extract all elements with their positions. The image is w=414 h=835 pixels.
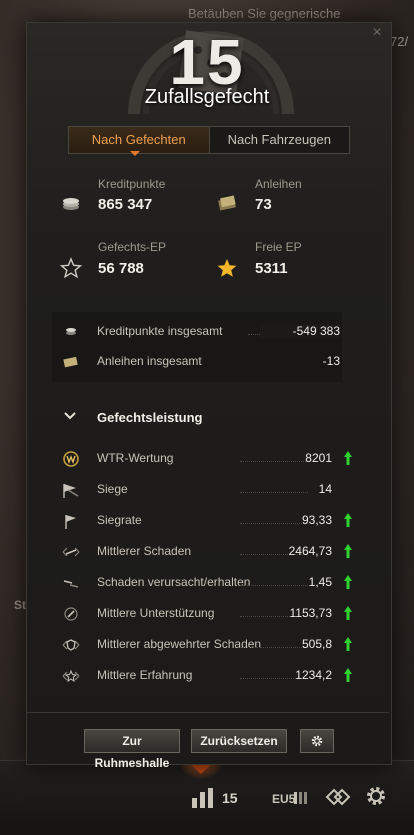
flag-icon (65, 515, 76, 529)
session-stats-icon[interactable] (192, 788, 214, 808)
performance-row-value: 14 (318, 482, 332, 496)
performance-row-label: Siege (97, 482, 128, 496)
total-credits-value: -549 383 (260, 324, 340, 338)
total-bonds-value: -13 (322, 354, 340, 368)
performance-row-value: 93,33 (301, 513, 332, 527)
total-credits-row: Kreditpunkte insgesamt -549 383 (60, 322, 352, 342)
bonds-label: Anleihen (255, 177, 302, 191)
performance-row-label: Mittlerer Schaden (97, 544, 192, 558)
performance-section-title[interactable]: Gefechtsleistung (97, 410, 202, 425)
experience-icon (62, 669, 80, 683)
battle-type-title: Zufallsgefecht (144, 86, 270, 108)
trend-up-icon (344, 451, 352, 465)
performance-row-value: 1234,2 (295, 668, 332, 682)
total-bonds-row: Anleihen insgesamt -13 (60, 352, 352, 372)
free-xp-value: 5311 (255, 260, 288, 277)
panel-settings-button[interactable] (300, 729, 334, 753)
background-left-label: St (14, 598, 26, 612)
performance-row-label: Schaden verursacht/erhalten (97, 575, 251, 589)
performance-row-label: Mittlere Erfahrung (97, 668, 193, 682)
performance-row-label: WTR-Wertung (97, 451, 174, 465)
trend-up-icon (344, 637, 352, 651)
background-mission-text: Betäuben Sie gegnerische (188, 6, 341, 21)
coins-icon (66, 328, 76, 335)
performance-row: Mittlerer Schaden 2464,73 (60, 542, 352, 562)
total-credits-label: Kreditpunkte insgesamt (97, 324, 223, 338)
total-bonds-label: Anleihen insgesamt (97, 354, 202, 368)
hall-of-fame-button[interactable]: Zur Ruhmeshalle (84, 729, 180, 770)
performance-row: Siege 14 (60, 480, 352, 500)
settings-gear-icon[interactable] (364, 784, 388, 808)
battle-xp-label: Gefechts-EP (98, 240, 167, 254)
performance-row-value: 8201 (305, 451, 332, 465)
wtr-badge-icon (63, 451, 79, 467)
view-tabs: Nach Gefechten Nach Fahrzeugen (68, 126, 350, 154)
star-filled-icon (217, 259, 237, 277)
assist-icon (64, 607, 78, 621)
performance-row: Siegrate 93,33 (60, 511, 352, 531)
victory-flags-icon (63, 484, 79, 498)
performance-row-value: 1153,73 (289, 606, 333, 620)
performance-row-value: 505,8 (301, 637, 332, 651)
bonds-icon (218, 195, 236, 211)
performance-row-label: Mittlere Unterstützung (97, 606, 215, 620)
trend-up-icon (344, 606, 352, 620)
platoon-icon[interactable] (325, 786, 351, 808)
coins-icon (63, 198, 79, 210)
session-battles-count[interactable]: 15 (222, 790, 238, 806)
damage-ratio-icon (63, 580, 79, 588)
trend-up-icon (344, 513, 352, 527)
server-ping-icon (294, 792, 308, 804)
battle-xp-value: 56 788 (98, 260, 144, 277)
performance-row: Mittlere Unterstützung 1153,73 (60, 604, 352, 624)
performance-row: Mittlerer abgewehrter Schaden 505,8 (60, 635, 352, 655)
bonds-value: 73 (255, 196, 272, 213)
tab-by-vehicles[interactable]: Nach Fahrzeugen (210, 127, 350, 153)
free-xp-label: Freie EP (255, 240, 302, 254)
damage-icon (62, 547, 80, 557)
performance-row: WTR-Wertung 8201 (60, 449, 352, 469)
performance-row: Mittlere Erfahrung 1234,2 (60, 666, 352, 686)
chevron-down-icon[interactable] (64, 411, 76, 421)
performance-row-value: 1,45 (308, 575, 332, 589)
performance-row: Schaden verursacht/erhalten 1,45 (60, 573, 352, 593)
tab-by-battles[interactable]: Nach Gefechten (69, 127, 210, 153)
trend-up-icon (344, 575, 352, 589)
trend-up-icon (344, 668, 352, 682)
performance-row-label: Mittlerer abgewehrter Schaden (97, 637, 262, 651)
server-label[interactable]: EU5 (272, 792, 295, 806)
star-outline-icon (60, 257, 82, 279)
footer-divider (27, 712, 389, 713)
active-tab-marker (130, 151, 140, 156)
battle-count: 15 (169, 26, 245, 98)
bonds-icon (63, 356, 78, 368)
gear-icon (311, 735, 323, 747)
reset-button[interactable]: Zurücksetzen (191, 729, 287, 753)
credits-value: 865 347 (98, 196, 153, 213)
blocked-damage-icon (62, 639, 80, 651)
performance-row-value: 2464,73 (288, 544, 332, 558)
performance-row-label: Siegrate (97, 513, 142, 527)
trend-up-icon (344, 544, 352, 558)
credits-label: Kreditpunkte (98, 177, 166, 191)
